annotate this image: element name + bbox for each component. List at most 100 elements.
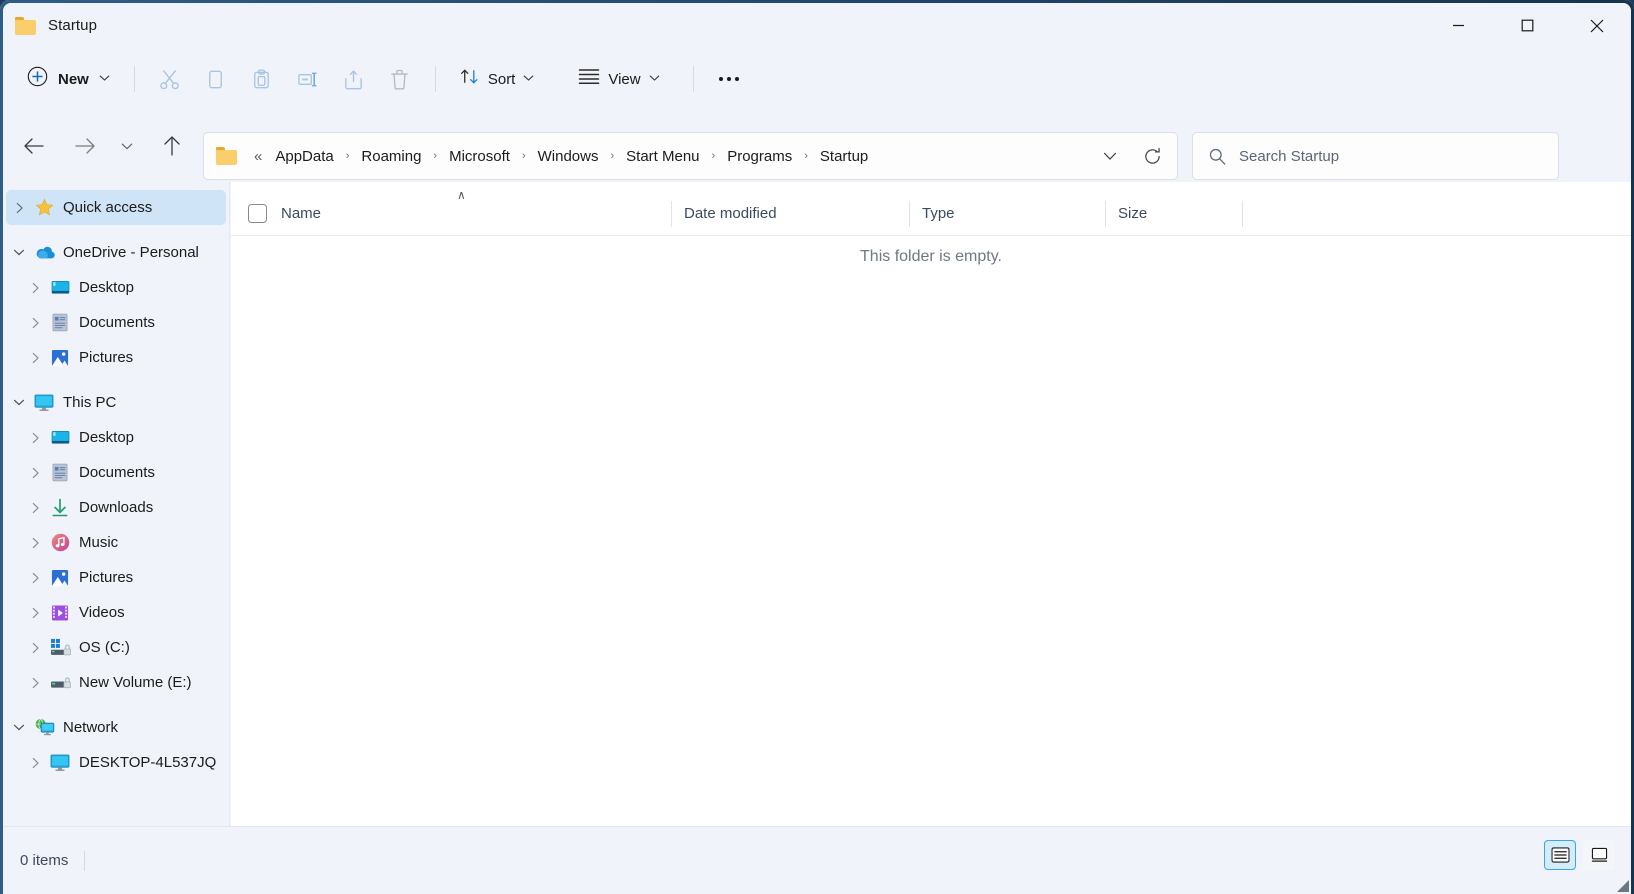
breadcrumb-item-windows[interactable]: Windows — [531, 143, 606, 170]
details-view-button[interactable] — [1544, 840, 1576, 870]
breadcrumb-item-appdata[interactable]: AppData — [268, 143, 340, 170]
sidebar-item-downloads[interactable]: Downloads — [6, 490, 226, 525]
sidebar-item-documents[interactable]: Documents — [6, 455, 226, 490]
chevron-right-icon[interactable] — [22, 572, 48, 584]
star-icon — [32, 198, 56, 218]
folder-icon — [216, 147, 238, 165]
network-globe-icon — [32, 718, 56, 738]
share-button[interactable] — [331, 59, 377, 99]
chevron-right-icon[interactable] — [22, 352, 48, 364]
sidebar-item-label: Pictures — [79, 349, 133, 366]
close-button[interactable] — [1562, 3, 1631, 48]
breadcrumb-item-startup[interactable]: Startup — [813, 143, 875, 170]
paste-button[interactable] — [239, 59, 285, 99]
chevron-right-icon[interactable] — [22, 282, 48, 294]
delete-button[interactable] — [377, 59, 423, 99]
sidebar-item-new-volume-e[interactable]: New Volume (E:) — [6, 665, 226, 700]
refresh-button[interactable] — [1131, 135, 1173, 177]
empty-folder-message: This folder is empty. — [231, 248, 1631, 266]
chevron-right-icon[interactable] — [22, 607, 48, 619]
sidebar-item-label: Desktop — [79, 429, 134, 446]
window-title: Startup — [48, 17, 97, 34]
sidebar-item-desktop-4l537jq[interactable]: DESKTOP-4L537JQ — [6, 745, 226, 780]
sidebar-item-label: Network — [63, 719, 118, 736]
chevron-right-icon[interactable] — [22, 467, 48, 479]
breadcrumb-item-start-menu[interactable]: Start Menu — [619, 143, 706, 170]
item-count-label: 0 items — [20, 852, 68, 869]
sidebar-item-videos[interactable]: Videos — [6, 595, 226, 630]
chevron-right-icon[interactable] — [22, 537, 48, 549]
sidebar-item-desktop[interactable]: Desktop — [6, 420, 226, 455]
column-divider[interactable] — [1242, 201, 1243, 227]
forward-button[interactable] — [65, 126, 105, 166]
copy-button[interactable] — [193, 59, 239, 99]
downloads-arrow-icon — [48, 498, 72, 518]
sidebar-item-onedrive-desktop[interactable]: Desktop — [6, 270, 226, 305]
sidebar-gap — [3, 375, 229, 385]
breadcrumb-item-microsoft[interactable]: Microsoft — [442, 143, 517, 170]
chevron-right-icon[interactable] — [22, 642, 48, 654]
new-button[interactable]: New — [17, 59, 122, 99]
sidebar-item-onedrive-pictures[interactable]: Pictures — [6, 340, 226, 375]
recent-locations-button[interactable] — [112, 126, 142, 166]
sidebar-item-label: OS (C:) — [79, 639, 130, 656]
breadcrumb-item-roaming[interactable]: Roaming — [354, 143, 428, 170]
this-pc-icon — [32, 393, 56, 413]
chevron-down-icon[interactable] — [6, 248, 32, 257]
sidebar-item-label: Desktop — [79, 279, 134, 296]
chevron-down-icon[interactable] — [6, 723, 32, 732]
navigation-pane[interactable]: Quick access OneDrive - Personal — [3, 182, 230, 826]
view-lines-icon — [578, 68, 600, 90]
sidebar-item-label: Documents — [79, 464, 155, 481]
view-button[interactable]: View — [567, 59, 670, 99]
chevron-down-icon[interactable] — [6, 398, 32, 407]
new-button-label: New — [58, 71, 89, 88]
column-header-label: Date modified — [684, 205, 777, 222]
column-header-date-modified[interactable]: Date modified — [672, 192, 910, 236]
title-bar[interactable]: Startup — [3, 3, 1631, 48]
sidebar-item-onedrive-documents[interactable]: Documents — [6, 305, 226, 340]
sidebar-item-onedrive[interactable]: OneDrive - Personal — [6, 235, 226, 270]
file-list-pane[interactable]: Name ∧ Date modified Type Size This fol — [231, 182, 1631, 826]
column-header-label: Name — [281, 205, 321, 222]
sidebar-item-music[interactable]: Music — [6, 525, 226, 560]
sort-button[interactable]: Sort — [448, 59, 546, 99]
column-header-size[interactable]: Size — [1106, 192, 1243, 236]
breadcrumb-separator: › — [799, 150, 813, 162]
chevron-right-icon[interactable] — [22, 757, 48, 769]
back-button[interactable] — [14, 126, 54, 166]
large-icons-view-button[interactable] — [1583, 840, 1615, 870]
chevron-right-icon[interactable] — [22, 317, 48, 329]
sidebar-item-quick-access[interactable]: Quick access — [6, 190, 226, 225]
breadcrumb-overflow[interactable]: « — [248, 144, 268, 169]
breadcrumb-item-programs[interactable]: Programs — [720, 143, 799, 170]
sidebar-item-this-pc[interactable]: This PC — [6, 385, 226, 420]
chevron-right-icon[interactable] — [22, 432, 48, 444]
folder-icon — [15, 17, 37, 35]
sidebar-item-os-c[interactable]: OS (C:) — [6, 630, 226, 665]
breadcrumb: « › AppData › Roaming › Microsoft › Wind… — [248, 143, 1089, 170]
see-more-button[interactable] — [706, 59, 752, 99]
onedrive-cloud-icon — [32, 243, 56, 263]
address-dropdown-button[interactable] — [1089, 135, 1131, 177]
sidebar-item-label: Quick access — [63, 199, 152, 216]
chevron-right-icon[interactable] — [6, 202, 32, 214]
minimize-button[interactable] — [1424, 3, 1493, 48]
address-bar[interactable]: « › AppData › Roaming › Microsoft › Wind… — [203, 132, 1178, 180]
maximize-button[interactable] — [1493, 3, 1562, 48]
chevron-right-icon[interactable] — [22, 677, 48, 689]
sidebar-item-pictures[interactable]: Pictures — [6, 560, 226, 595]
documents-icon — [48, 463, 72, 483]
search-box[interactable]: Search Startup — [1192, 132, 1559, 180]
cut-button[interactable] — [147, 59, 193, 99]
search-input[interactable]: Search Startup — [1239, 148, 1339, 165]
sidebar-item-network[interactable]: Network — [6, 710, 226, 745]
resize-grip[interactable] — [1613, 876, 1629, 892]
up-button[interactable] — [152, 126, 192, 166]
select-all-checkbox[interactable] — [248, 204, 267, 223]
music-note-icon — [48, 533, 72, 553]
column-header-name[interactable]: Name ∧ — [231, 192, 672, 236]
chevron-right-icon[interactable] — [22, 502, 48, 514]
rename-button[interactable] — [285, 59, 331, 99]
column-header-type[interactable]: Type — [910, 192, 1106, 236]
